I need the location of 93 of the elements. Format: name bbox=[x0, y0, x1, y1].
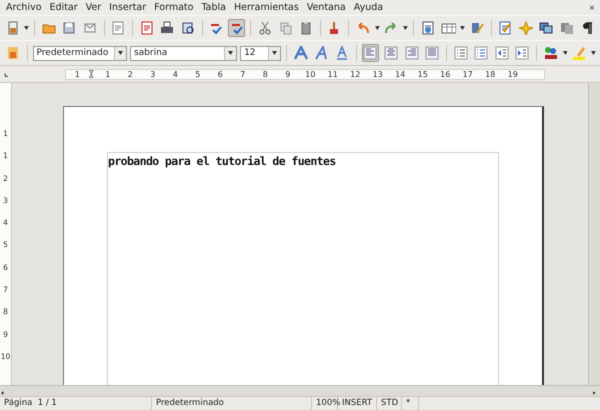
picture-frames-icon bbox=[539, 21, 554, 35]
increase-indent-button[interactable] bbox=[514, 44, 532, 62]
horizontal-scrollbar[interactable] bbox=[0, 385, 600, 396]
underline-icon bbox=[334, 46, 349, 60]
ruler-number: 9 bbox=[284, 70, 292, 78]
ruler-number: 12 bbox=[349, 70, 362, 78]
bold-icon bbox=[294, 46, 308, 60]
spellcheck-icon bbox=[209, 21, 224, 35]
font-name-dropdown[interactable]: sabrina bbox=[130, 46, 238, 60]
menu-item[interactable]: Ventana bbox=[302, 2, 350, 13]
pdf-document-icon bbox=[140, 21, 154, 35]
redo-arrow-icon bbox=[384, 21, 398, 35]
decrease-indent-button[interactable] bbox=[492, 44, 511, 62]
alignment-button[interactable] bbox=[362, 44, 380, 62]
dropdown-arrow-icon[interactable] bbox=[24, 26, 30, 30]
ruler-number: 2 bbox=[126, 70, 134, 78]
numbering-button[interactable] bbox=[452, 44, 470, 62]
paragraph-style-dropdown[interactable]: Predeterminado bbox=[32, 46, 127, 60]
highlighter-icon bbox=[572, 46, 586, 60]
ruler-number: 16 bbox=[439, 70, 452, 78]
increase-indent-icon bbox=[515, 46, 530, 60]
ruler-number: 1 bbox=[104, 70, 112, 78]
menu-item[interactable]: Archivo bbox=[2, 2, 46, 13]
ruler-number: 1 bbox=[74, 70, 81, 78]
stacked-pages-icon bbox=[560, 21, 574, 35]
alignment-button[interactable] bbox=[382, 44, 400, 62]
bulleted-list-icon bbox=[474, 46, 488, 60]
modified-indicator: * bbox=[402, 397, 419, 410]
align-center-icon bbox=[384, 46, 398, 60]
italic-icon bbox=[314, 46, 328, 60]
justify-icon bbox=[425, 46, 440, 60]
menu-item[interactable]: Insertar bbox=[105, 2, 150, 13]
bullets-button[interactable] bbox=[472, 44, 490, 62]
copy-icon bbox=[278, 21, 293, 35]
envelope-icon bbox=[82, 21, 97, 35]
dropdown-arrow-icon[interactable] bbox=[374, 26, 380, 30]
selection-mode-label: STD bbox=[377, 397, 402, 410]
ruler-number: 6 bbox=[216, 70, 224, 78]
menu-item[interactable]: Formato bbox=[150, 2, 198, 13]
ruler-number: 14 bbox=[394, 70, 406, 78]
dropdown-arrow-icon[interactable] bbox=[272, 51, 277, 55]
page-style-label: Predeterminado bbox=[152, 397, 312, 410]
autospellcheck-button[interactable] bbox=[228, 19, 246, 37]
alignment-button[interactable] bbox=[423, 44, 441, 62]
ruler-number: 7 bbox=[239, 70, 246, 78]
ruler-number: 4 bbox=[172, 70, 179, 78]
ruler-number: 17 bbox=[462, 70, 474, 78]
undo-arrow-icon bbox=[356, 21, 370, 35]
ruler-number: 3 bbox=[149, 70, 156, 78]
menu-item[interactable]: Ver bbox=[82, 2, 106, 13]
menu-item[interactable]: Editar bbox=[46, 2, 82, 13]
align-right-icon bbox=[404, 46, 419, 60]
dropdown-arrow-icon[interactable] bbox=[562, 51, 568, 55]
zoom-label: 100% bbox=[312, 397, 338, 410]
menu-item[interactable]: Herramientas bbox=[230, 2, 303, 13]
color-palette-icon bbox=[544, 46, 558, 60]
ruler-number: 19 bbox=[506, 70, 519, 78]
dropdown-arrow-icon[interactable] bbox=[228, 51, 234, 55]
print-preview-icon bbox=[180, 21, 195, 35]
ruler-number: 18 bbox=[484, 70, 496, 78]
pilcrow-icon bbox=[580, 21, 594, 35]
ruler-number: 15 bbox=[416, 70, 429, 78]
styles-icon bbox=[6, 46, 20, 60]
pencil-icon bbox=[470, 21, 484, 35]
document-text[interactable]: probando para el tutorial de fuentes bbox=[108, 153, 498, 168]
bold-button[interactable] bbox=[292, 44, 310, 62]
scissors-icon bbox=[258, 21, 272, 35]
font-size-dropdown[interactable]: 12 bbox=[240, 46, 281, 60]
dropdown-arrow-icon[interactable] bbox=[460, 26, 466, 30]
menu-item[interactable]: Tabla bbox=[197, 2, 230, 13]
document-icon bbox=[6, 21, 20, 35]
page-indicator: Página 1 / 1 bbox=[0, 397, 152, 410]
menu-item[interactable]: Ayuda bbox=[350, 2, 388, 13]
globe-document-icon bbox=[420, 21, 435, 35]
ruler-number: 5 bbox=[194, 70, 202, 78]
ruler-number: 8 bbox=[262, 70, 269, 78]
compass-star-icon bbox=[518, 21, 533, 35]
printer-icon bbox=[160, 21, 174, 35]
ruler-number: 11 bbox=[326, 70, 339, 78]
clipboard-icon bbox=[299, 21, 314, 35]
decrease-indent-icon bbox=[494, 46, 509, 60]
spellcheck-icon bbox=[230, 21, 244, 35]
table-icon bbox=[440, 21, 456, 35]
vertical-scrollbar[interactable] bbox=[588, 83, 600, 385]
dropdown-arrow-icon[interactable] bbox=[402, 26, 408, 30]
dropdown-arrow-icon[interactable] bbox=[118, 51, 123, 55]
ruler-number: 13 bbox=[372, 70, 384, 78]
alignment-button[interactable] bbox=[402, 44, 420, 62]
dropdown-arrow-icon[interactable] bbox=[591, 51, 596, 55]
font-color-button[interactable] bbox=[542, 44, 560, 62]
numbered-list-icon bbox=[454, 46, 468, 60]
align-left-icon bbox=[363, 46, 378, 60]
ruler-number: 10 bbox=[304, 70, 316, 78]
